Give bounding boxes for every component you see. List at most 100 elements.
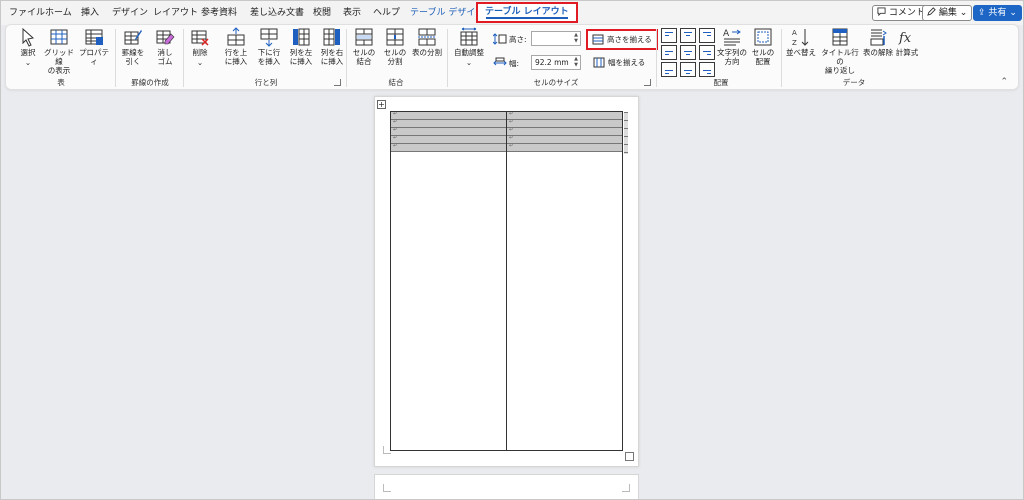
row-height-icon	[493, 33, 507, 45]
properties-label: プロパティ	[79, 48, 109, 66]
col-width-input[interactable]: 92.2 mm ▲ ▼	[531, 55, 581, 70]
insert-below-button[interactable]: 下に行 を挿入	[254, 27, 284, 66]
col-width-label: 幅:	[509, 58, 520, 68]
comment-icon	[877, 7, 886, 17]
view-gridlines-button[interactable]: グリッド線 の表示	[42, 27, 76, 75]
group-label-draw: 罫線の作成	[131, 78, 169, 87]
merge-cells-label: セルの 結合	[352, 48, 376, 66]
text-direction-label: 文字列の 方向	[717, 48, 747, 66]
row-height-input[interactable]: ▲ ▼	[531, 31, 581, 46]
tab-review[interactable]: 校閲	[313, 6, 331, 20]
cell-size-launcher[interactable]	[644, 79, 651, 86]
align-bottom-center-icon[interactable]	[680, 62, 696, 77]
tab-view[interactable]: 表示	[343, 6, 361, 20]
merge-cells-icon	[355, 28, 373, 46]
properties-button[interactable]: プロパティ	[77, 27, 111, 66]
sort-button[interactable]: AZ 並べ替え	[785, 27, 817, 57]
insert-above-label: 行を上 に挿入	[224, 48, 248, 66]
split-cells-label: セルの 分割	[383, 48, 407, 66]
col-width-label-group: 幅:	[493, 57, 519, 69]
align-top-center-icon[interactable]	[680, 28, 696, 43]
tab-home[interactable]: ホーム	[45, 6, 72, 20]
group-label-data: データ	[842, 78, 866, 87]
group-separator	[781, 29, 782, 87]
align-middle-center-icon[interactable]	[680, 45, 696, 60]
column-divider[interactable]	[506, 112, 507, 450]
cell-margins-icon	[754, 28, 772, 46]
autofit-button[interactable]: 自動調整 ⌄	[452, 27, 486, 67]
draw-table-button[interactable]: 罫線を 引く	[119, 27, 147, 66]
svg-text:A: A	[792, 29, 797, 37]
repeat-header-label: タイトル行の 繰り返し	[821, 48, 859, 75]
pen-icon	[927, 7, 936, 16]
table-move-handle-icon[interactable]: +	[377, 100, 386, 109]
formula-label: 計算式	[895, 48, 919, 57]
distribute-cols-button[interactable]: 幅を揃える	[593, 57, 645, 68]
cell-margins-button[interactable]: セルの 配置	[749, 27, 777, 66]
collapse-ribbon-icon[interactable]: ⌃	[1000, 77, 1008, 87]
group-separator	[115, 29, 116, 87]
editing-mode-button[interactable]: 編集 ⌄	[922, 5, 973, 21]
tab-layout[interactable]: レイアウト	[153, 6, 198, 20]
text-direction-icon: A	[723, 29, 741, 46]
insert-left-button[interactable]: 列を左 に挿入	[286, 27, 316, 66]
distribute-rows-label: 高さを揃える	[607, 35, 652, 44]
spinner-arrows-icon[interactable]: ▲ ▼	[574, 32, 578, 44]
chevron-down-icon: ⌄	[959, 8, 968, 18]
tab-help[interactable]: ヘルプ	[373, 6, 400, 20]
svg-text:fx: fx	[898, 31, 912, 46]
tab-table-layout[interactable]: テーブル レイアウト	[476, 2, 578, 23]
align-middle-left-icon[interactable]	[661, 45, 677, 60]
merge-cells-button[interactable]: セルの 結合	[350, 27, 378, 66]
repeat-header-icon	[832, 28, 848, 46]
editing-label: 編集	[938, 8, 957, 18]
rows-cols-launcher[interactable]	[334, 79, 341, 86]
insert-above-button[interactable]: 行を上 に挿入	[221, 27, 251, 66]
distribute-rows-button[interactable]: 高さを揃える	[586, 29, 658, 50]
align-middle-right-icon[interactable]	[699, 45, 715, 60]
insert-left-icon	[293, 28, 310, 46]
tab-file[interactable]: ファイル	[9, 6, 45, 20]
svg-text:Z: Z	[792, 39, 797, 47]
split-cells-button[interactable]: セルの 分割	[381, 27, 409, 66]
align-bottom-left-icon[interactable]	[661, 62, 677, 77]
tab-mailings[interactable]: 差し込み文書	[250, 6, 304, 20]
select-button[interactable]: 選択 ⌄	[15, 27, 41, 67]
distribute-cols-icon	[593, 57, 605, 68]
convert-to-text-button[interactable]: 表の解除	[863, 27, 893, 57]
spinner-arrows-icon[interactable]: ▲ ▼	[574, 56, 578, 68]
tab-design[interactable]: デザイン	[112, 6, 148, 20]
formula-button[interactable]: fx 計算式	[894, 27, 920, 57]
delete-button[interactable]: 削除 ⌄	[188, 27, 212, 67]
split-table-button[interactable]: 表の分割	[411, 27, 443, 57]
tab-references[interactable]: 参考資料	[201, 6, 237, 20]
document-table[interactable]: ↵ ↵ ↵ ↵ ↵ ↵ ↵ ↵ ↵ ↵	[390, 111, 628, 451]
group-separator	[447, 29, 448, 87]
align-bottom-right-icon[interactable]	[699, 62, 715, 77]
select-icon	[22, 27, 35, 47]
repeat-header-button[interactable]: タイトル行の 繰り返し	[818, 27, 862, 75]
split-table-icon	[418, 28, 436, 46]
document-page-2[interactable]	[374, 474, 639, 500]
col-width-value: 92.2 mm	[535, 58, 569, 67]
insert-right-button[interactable]: 列を右 に挿入	[317, 27, 347, 66]
share-icon: ⇪	[978, 8, 986, 18]
ribbon-tab-bar: ファイル ホーム 挿入 デザイン レイアウト 参考資料 差し込み文書 校閲 表示…	[0, 0, 1024, 25]
chevron-down-icon: ⌄	[465, 58, 473, 67]
cell-margins-label: セルの 配置	[751, 48, 775, 66]
insert-right-icon	[323, 28, 340, 46]
table-resize-handle-icon[interactable]	[625, 452, 634, 461]
tab-insert[interactable]: 挿入	[81, 6, 99, 20]
group-label-alignment: 配置	[713, 78, 729, 87]
align-top-left-icon[interactable]	[661, 28, 677, 43]
share-button[interactable]: ⇪ 共有 ⌄	[973, 5, 1022, 21]
eraser-button[interactable]: 消し ゴム	[151, 27, 179, 66]
gridlines-label: グリッド線 の表示	[44, 48, 74, 75]
group-separator	[656, 29, 657, 87]
tab-table-design[interactable]: テーブル デザイン	[410, 6, 484, 20]
align-top-right-icon[interactable]	[699, 28, 715, 43]
insert-left-label: 列を左 に挿入	[289, 48, 313, 66]
text-direction-button[interactable]: A 文字列の 方向	[716, 27, 748, 66]
distribute-rows-icon	[592, 34, 604, 45]
sort-label: 並べ替え	[786, 48, 816, 57]
